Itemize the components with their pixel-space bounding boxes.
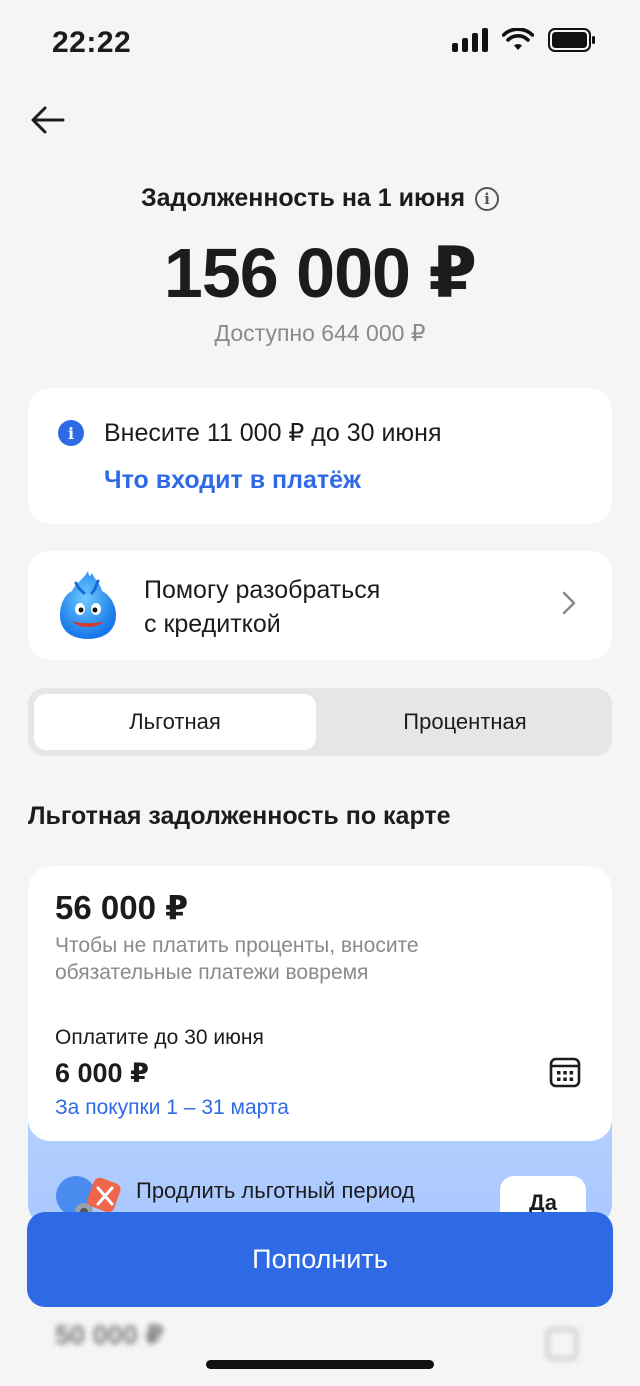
tab-grace[interactable]: Льготная — [34, 694, 316, 750]
arrow-left-icon — [31, 106, 65, 134]
tab-interest[interactable]: Процентная — [324, 694, 606, 750]
helper-card[interactable]: Помогу разобраться с кредиткой — [28, 551, 612, 660]
debt-title-row: Задолженность на 1 июня i — [0, 184, 640, 213]
home-indicator — [206, 1360, 434, 1369]
calendar-icon[interactable] — [549, 1056, 581, 1088]
payment-text: Внесите 11 000 ₽ до 30 июня — [104, 419, 442, 447]
info-filled-icon: i — [58, 420, 84, 446]
helper-line-1: Помогу разобраться — [144, 576, 381, 604]
info-icon[interactable]: i — [475, 186, 500, 211]
wifi-icon — [502, 28, 534, 50]
pay-amount: 6 000 ₽ — [55, 1058, 149, 1088]
available-limit: Доступно 644 000 ₽ — [214, 320, 426, 346]
cellular-signal-icon — [452, 28, 488, 52]
section-title: Льготная задолженность по карте — [28, 802, 451, 830]
screen: 22:22 Задолженность на 1 июня i 156 000 … — [0, 0, 640, 1386]
grace-amount: 56 000 ₽ — [55, 889, 189, 926]
debt-type-tabs: Льготная Процентная — [28, 688, 612, 756]
debt-title: Задолженность на 1 июня — [140, 184, 466, 212]
helper-text: Помогу разобраться с кредиткой — [144, 573, 380, 641]
blurred-amount: 50 000 ₽ — [55, 1320, 164, 1350]
payment-details-link[interactable]: Что входит в платёж — [104, 466, 361, 495]
grace-note: Чтобы не платить проценты, вносите обяза… — [55, 934, 419, 984]
payment-card: i Внесите 11 000 ₽ до 30 июня Что входит… — [28, 388, 612, 524]
status-bar: 22:22 — [0, 0, 640, 88]
chevron-right-icon — [562, 591, 576, 615]
grace-section: 56 000 ₽ Чтобы не платить проценты, внос… — [28, 866, 612, 1226]
back-button[interactable] — [26, 98, 70, 142]
status-icons — [452, 28, 596, 52]
pay-period-link[interactable]: За покупки 1 – 31 марта — [55, 1096, 289, 1120]
top-up-button[interactable]: Пополнить — [27, 1212, 613, 1307]
pay-until: Оплатите до 30 июня — [55, 1026, 264, 1049]
battery-icon — [548, 28, 595, 52]
status-time: 22:22 — [52, 26, 132, 59]
grace-card: 56 000 ₽ Чтобы не платить проценты, внос… — [28, 866, 612, 1141]
extend-grace-text: Продлить льготный период — [136, 1178, 415, 1203]
debt-amount: 156 000 ₽ — [163, 234, 477, 312]
blurred-icon — [546, 1328, 578, 1360]
helper-line-2: с кредиткой — [144, 610, 281, 638]
mascot-icon — [60, 571, 116, 639]
